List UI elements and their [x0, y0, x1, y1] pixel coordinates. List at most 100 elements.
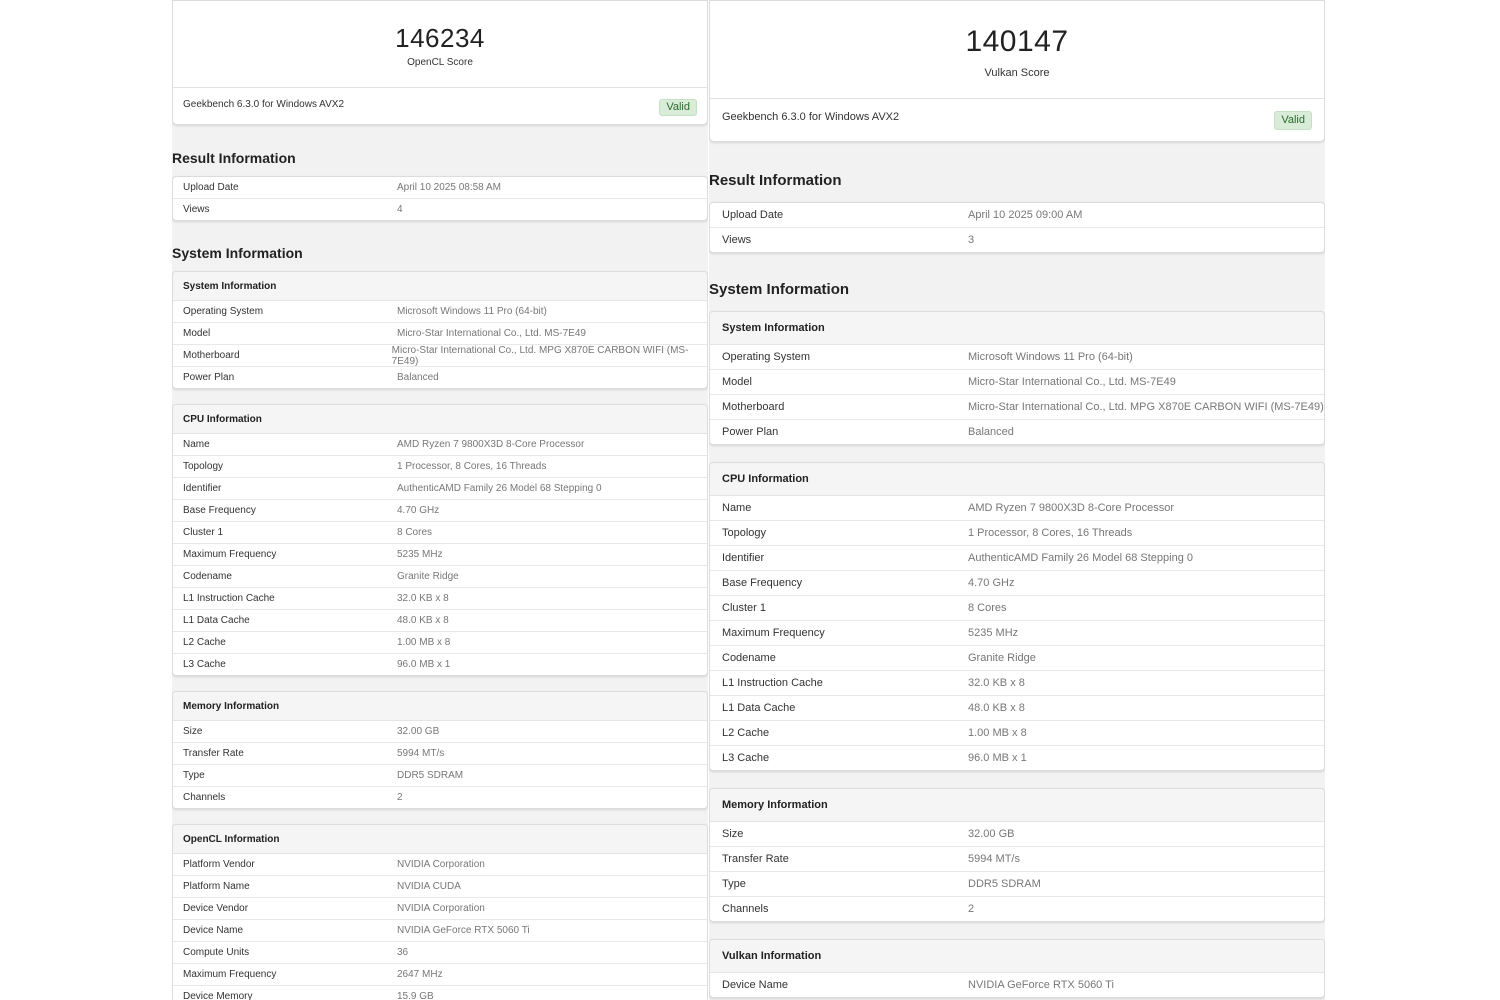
info-value: 1 Processor, 8 Cores, 16 Threads — [968, 527, 1133, 539]
info-key: L2 Cache — [183, 637, 226, 648]
info-key: L1 Instruction Cache — [183, 593, 275, 604]
score-footer: Geekbench 6.3.0 for Windows AVX2 Valid — [173, 88, 707, 116]
info-key: Codename — [183, 571, 232, 582]
info-row: Channels 2 — [173, 786, 707, 808]
info-row: Identifier AuthenticAMD Family 26 Model 6… — [710, 545, 1324, 570]
info-key: Transfer Rate — [183, 748, 244, 759]
score-header: 140147 Vulkan Score — [710, 1, 1324, 99]
info-key: Topology — [722, 527, 767, 539]
info-value: Micro-Star International Co., Ltd. MPG X… — [391, 344, 689, 367]
info-key: Upload Date — [183, 182, 239, 193]
info-value: 48.0 KB x 8 — [397, 615, 449, 626]
info-value: 3 — [968, 234, 975, 246]
info-key: Topology — [183, 461, 224, 472]
info-key: Channels — [722, 903, 769, 915]
info-value: 4.70 GHz — [968, 577, 1015, 589]
info-row: Model Micro-Star International Co., Ltd. … — [173, 322, 707, 344]
benchmark-version: Geekbench 6.3.0 for Windows AVX2 — [722, 111, 900, 123]
info-key: Model — [722, 376, 752, 388]
info-key: Codename — [722, 652, 776, 664]
info-value: 2647 MHz — [397, 969, 443, 980]
info-row: L2 Cache 1.00 MB x 8 — [173, 631, 707, 653]
card-header: System Information — [710, 312, 1324, 345]
info-value: AuthenticAMD Family 26 Model 68 Stepping… — [397, 483, 602, 494]
info-value: NVIDIA GeForce RTX 5060 Ti — [968, 979, 1114, 991]
info-row: Platform Vendor NVIDIA Corporation — [173, 854, 707, 875]
card-header: System Information — [173, 272, 707, 301]
info-row: Model Micro-Star International Co., Ltd. … — [710, 369, 1324, 394]
score-label: OpenCL Score — [407, 57, 473, 68]
info-value: Micro-Star International Co., Ltd. MS-7E… — [968, 376, 1176, 388]
info-value: 4 — [397, 204, 403, 215]
opencl-result-panel: 146234 OpenCL Score Geekbench 6.3.0 for … — [172, 0, 708, 1000]
info-value: 96.0 MB x 1 — [968, 752, 1027, 764]
info-row: Base Frequency 4.70 GHz — [710, 570, 1324, 595]
info-value: 1.00 MB x 8 — [397, 637, 451, 648]
info-value: Granite Ridge — [968, 652, 1036, 664]
info-row: Views 3 — [710, 227, 1324, 252]
info-row: Device Name NVIDIA GeForce RTX 5060 Ti — [710, 973, 1324, 997]
info-value: 8 Cores — [397, 527, 433, 538]
info-row: Power Plan Balanced — [173, 366, 707, 388]
info-value: 4.70 GHz — [397, 505, 440, 516]
score-label: Vulkan Score — [984, 67, 1050, 79]
info-value: 1 Processor, 8 Cores, 16 Threads — [397, 461, 547, 472]
card-header: CPU Information — [710, 463, 1324, 496]
card-header: Memory Information — [710, 789, 1324, 822]
info-row: L3 Cache 96.0 MB x 1 — [173, 653, 707, 675]
info-key: Channels — [183, 792, 226, 803]
system-information-card: System Information Operating System Micros… — [709, 311, 1325, 445]
info-value: AMD Ryzen 7 9800X3D 8-Core Processor — [397, 439, 585, 450]
info-row: Upload Date April 10 2025 08:58 AM — [173, 177, 707, 198]
info-row: Operating System Microsoft Windows 11 Pro… — [710, 345, 1324, 369]
score-card: 146234 OpenCL Score Geekbench 6.3.0 for … — [172, 0, 708, 125]
info-value: Microsoft Windows 11 Pro (64-bit) — [397, 306, 547, 317]
info-row: Device Name NVIDIA GeForce RTX 5060 Ti — [173, 919, 707, 941]
info-row: Name AMD Ryzen 7 9800X3D 8-Core Processor — [173, 434, 707, 455]
info-value: 15.9 GB — [397, 991, 434, 1000]
info-row: L3 Cache 96.0 MB x 1 — [710, 745, 1324, 770]
info-value: April 10 2025 08:58 AM — [397, 182, 501, 193]
info-value: 5994 MT/s — [397, 748, 445, 759]
score-value: 140147 — [965, 25, 1069, 58]
info-key: Upload Date — [722, 209, 784, 221]
info-row: L1 Instruction Cache 32.0 KB x 8 — [173, 587, 707, 609]
card-header: OpenCL Information — [173, 825, 707, 854]
info-row: Identifier AuthenticAMD Family 26 Model 6… — [173, 477, 707, 499]
info-key: Power Plan — [722, 426, 779, 438]
info-key: Power Plan — [183, 372, 235, 383]
opencl-information-card: OpenCL Information Platform Vendor NVIDIA … — [172, 824, 708, 1000]
info-value: NVIDIA GeForce RTX 5060 Ti — [397, 925, 530, 936]
info-row: Maximum Frequency 5235 MHz — [710, 620, 1324, 645]
info-value: 32.00 GB — [968, 828, 1015, 840]
info-key: Device Memory — [183, 991, 253, 1000]
info-key: Maximum Frequency — [722, 627, 825, 639]
info-value: NVIDIA Corporation — [397, 903, 485, 914]
info-row: Codename Granite Ridge — [710, 645, 1324, 670]
info-row: Device Memory 15.9 GB — [173, 985, 707, 1000]
info-value: NVIDIA Corporation — [397, 859, 485, 870]
score-card: 140147 Vulkan Score Geekbench 6.3.0 for … — [709, 0, 1325, 142]
info-row: Cluster 1 8 Cores — [710, 595, 1324, 620]
info-row: Codename Granite Ridge — [173, 565, 707, 587]
info-key: Compute Units — [183, 947, 250, 958]
info-value: 5994 MT/s — [968, 853, 1020, 865]
vulkan-result-panel: 140147 Vulkan Score Geekbench 6.3.0 for … — [709, 0, 1325, 1000]
score-footer: Geekbench 6.3.0 for Windows AVX2 Valid — [710, 99, 1324, 130]
info-key: Maximum Frequency — [183, 969, 277, 980]
info-row: Topology 1 Processor, 8 Cores, 16 Threads — [710, 520, 1324, 545]
info-key: Identifier — [722, 552, 765, 564]
info-value: Micro-Star International Co., Ltd. MPG X… — [968, 401, 1324, 413]
result-information-card: Upload Date April 10 2025 08:58 AM Views 4 — [172, 176, 708, 221]
info-value: Granite Ridge — [397, 571, 459, 582]
info-key: Cluster 1 — [722, 602, 767, 614]
info-key: Identifier — [183, 483, 222, 494]
info-key: L2 Cache — [722, 727, 770, 739]
info-value: 2 — [968, 903, 975, 915]
info-key: Device Name — [183, 925, 244, 936]
score-value: 146234 — [395, 23, 485, 53]
info-row: Type DDR5 SDRAM — [173, 764, 707, 786]
info-value: 48.0 KB x 8 — [968, 702, 1025, 714]
info-value: 32.00 GB — [397, 726, 440, 737]
info-row: Type DDR5 SDRAM — [710, 871, 1324, 896]
